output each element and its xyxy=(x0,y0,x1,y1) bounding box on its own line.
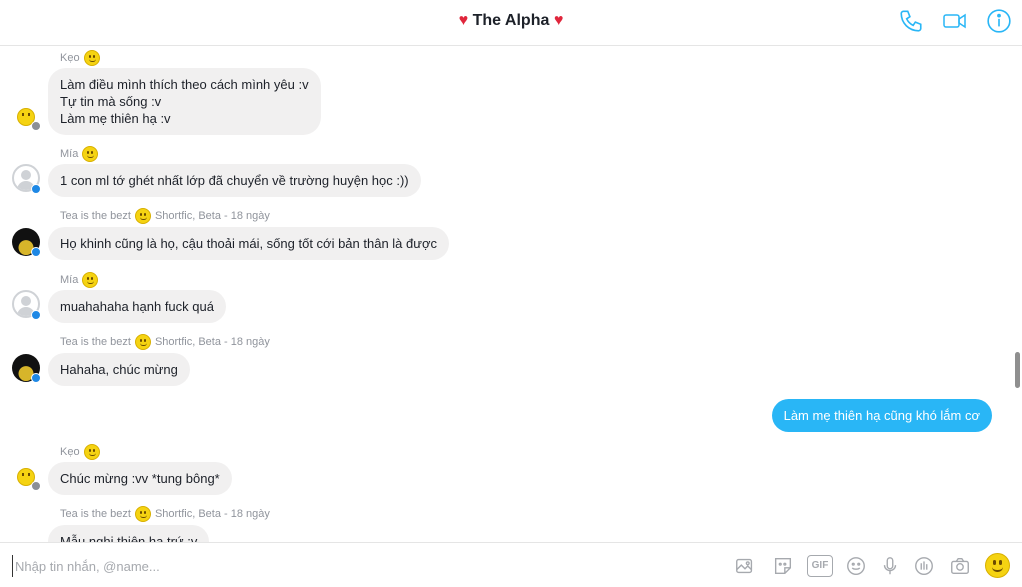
facebook-badge-icon xyxy=(31,121,41,131)
message-bubble[interactable]: Làm điều mình thích theo cách mình yêu :… xyxy=(48,68,321,135)
sender-name: Kẹo xyxy=(60,50,100,66)
sender-name: Tea is the bezt Shortfic, Beta - 18 ngày xyxy=(60,208,270,224)
like-emoji-icon[interactable] xyxy=(985,553,1010,578)
smiley-icon xyxy=(134,208,151,224)
message-input[interactable] xyxy=(12,555,712,577)
messenger-badge-icon xyxy=(31,373,41,383)
smiley-icon xyxy=(83,444,100,460)
camera-icon[interactable] xyxy=(949,555,971,577)
chat-header: ♥ The Alpha ♥ xyxy=(0,0,1022,46)
message-bubble[interactable]: 1 con ml tớ ghét nhất lớp đã chuyển về t… xyxy=(48,164,421,197)
conversation-title-text: The Alpha xyxy=(472,12,550,29)
message-composer: GIF xyxy=(0,542,1022,587)
video-call-icon[interactable] xyxy=(942,8,968,34)
gif-icon[interactable]: GIF xyxy=(807,555,833,577)
sender-name: Kẹo xyxy=(60,444,100,460)
message-bubble[interactable]: Mẫu nghi thiên hạ trứ :v xyxy=(48,525,210,542)
emoji-icon[interactable] xyxy=(845,555,867,577)
sticker-icon[interactable] xyxy=(772,555,794,577)
sender-name: Mía xyxy=(60,146,99,162)
smiley-icon xyxy=(82,146,99,162)
info-icon[interactable] xyxy=(986,8,1012,34)
heart-icon: ♥ xyxy=(553,12,564,29)
sender-name: Mía xyxy=(60,272,99,288)
scrollbar-thumb[interactable] xyxy=(1015,352,1020,388)
phone-icon[interactable] xyxy=(898,8,924,34)
message-bubble[interactable]: Hahaha, chúc mừng xyxy=(48,353,190,386)
heart-icon: ♥ xyxy=(458,12,469,29)
sender-name: Tea is the bezt Shortfic, Beta - 18 ngày xyxy=(60,506,270,522)
message-list[interactable]: Kẹo Làm điều mình thích theo cách mình y… xyxy=(0,46,1022,542)
messenger-badge-icon xyxy=(31,184,41,194)
microphone-icon[interactable] xyxy=(879,555,901,577)
message-bubble[interactable]: Chúc mừng :vv *tung bông* xyxy=(48,462,232,495)
smiley-icon xyxy=(134,506,151,522)
smiley-icon xyxy=(134,334,151,350)
facebook-badge-icon xyxy=(31,481,41,491)
messenger-badge-icon xyxy=(31,247,41,257)
message-bubble[interactable]: Họ khinh cũng là họ, cậu thoải mái, sống… xyxy=(48,227,449,260)
messenger-badge-icon xyxy=(31,310,41,320)
message-bubble[interactable]: muahahaha hạnh fuck quá xyxy=(48,290,226,323)
conversation-title: ♥ The Alpha ♥ xyxy=(0,12,1022,30)
smiley-icon xyxy=(83,50,100,66)
sender-name: Tea is the bezt Shortfic, Beta - 18 ngày xyxy=(60,334,270,350)
smiley-icon xyxy=(82,272,99,288)
poll-icon[interactable] xyxy=(913,555,935,577)
photo-icon[interactable] xyxy=(734,555,756,577)
outgoing-message-bubble[interactable]: Làm mẹ thiên hạ cũng khó lắm cơ xyxy=(771,399,992,432)
